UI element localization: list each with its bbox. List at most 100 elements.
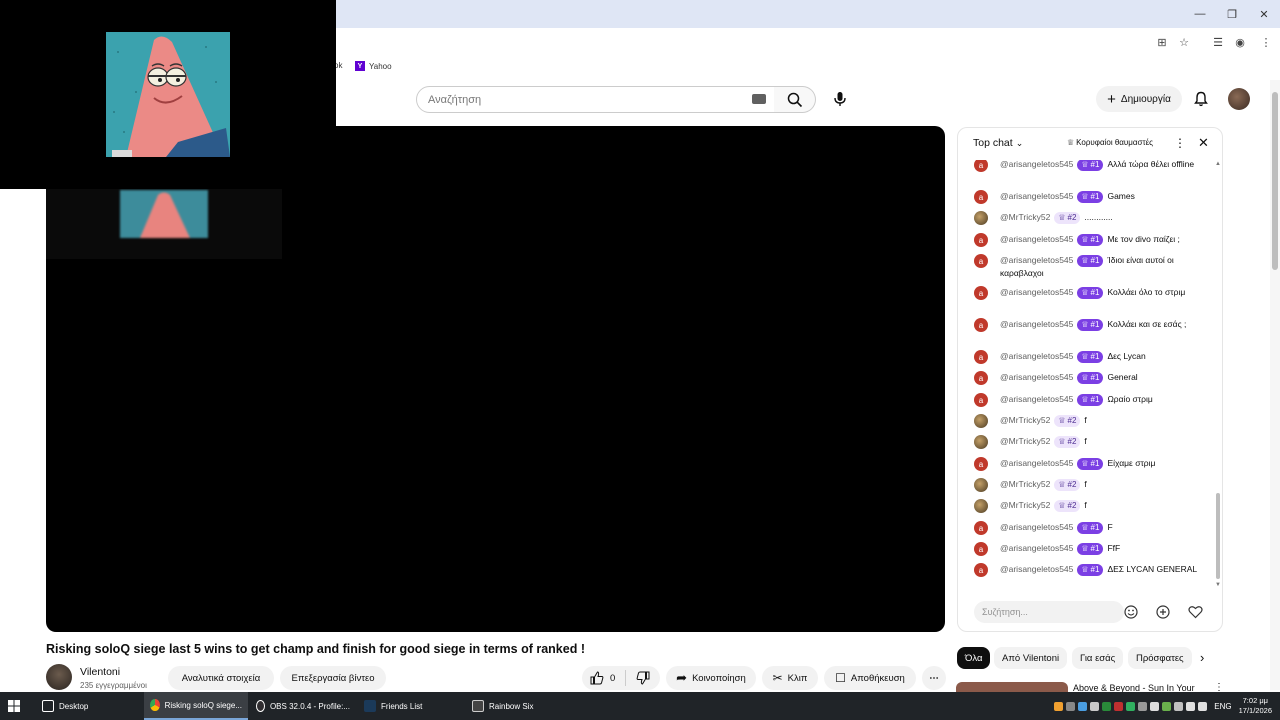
add-icon[interactable] [1155,604,1171,620]
search-button[interactable] [774,86,816,113]
chat-author-name[interactable]: @arisangeletos545 [1000,372,1073,382]
chat-author-avatar[interactable]: a [974,371,988,385]
create-button[interactable]: + Δημιουργία [1096,86,1182,112]
chat-author-name[interactable]: @arisangeletos545 [1000,319,1073,329]
chat-author-name[interactable]: @arisangeletos545 [1000,564,1073,574]
taskbar-chrome[interactable]: Risking soloQ siege... [144,692,248,720]
search-input[interactable]: Αναζήτηση [416,86,786,113]
chat-author-avatar[interactable]: a [974,233,988,247]
chip-for-you[interactable]: Για εσάς [1072,647,1124,669]
tray-app-icon[interactable] [1162,701,1172,711]
chat-author-name[interactable]: @arisangeletos545 [1000,522,1073,532]
chat-author-avatar[interactable]: a [974,190,988,204]
close-chat-icon[interactable]: ✕ [1198,135,1209,151]
reading-list-icon[interactable]: ☰ [1210,34,1226,50]
chat-scroll-down-icon[interactable]: ▼ [1215,582,1221,588]
chat-input[interactable]: Συζήτηση... [974,601,1124,623]
keyboard-icon[interactable] [752,94,766,104]
save-button[interactable]: ☐ Αποθήκευση [824,666,916,690]
chat-author-avatar[interactable]: a [974,542,988,556]
chat-author-name[interactable]: @arisangeletos545 [1000,160,1073,169]
profile-icon[interactable]: ◉ [1232,34,1248,50]
analytics-button[interactable]: Αναλυτικά στοιχεία [168,666,274,690]
channel-name[interactable]: Vilentoni [80,666,120,678]
chat-author-name[interactable]: @arisangeletos545 [1000,543,1073,553]
more-actions-button[interactable]: ⋯ [922,666,946,690]
start-button[interactable] [8,692,20,720]
volume-icon[interactable] [1198,701,1208,711]
chat-more-icon[interactable]: ⋮ [1174,136,1186,150]
heart-icon[interactable] [1187,604,1203,620]
chip-recent[interactable]: Πρόσφατες [1128,647,1192,669]
tray-app-icon[interactable] [1066,701,1076,711]
tray-app-icon[interactable] [1090,701,1100,711]
chip-from-channel[interactable]: Από Vilentoni [994,647,1068,669]
chat-author-name[interactable]: @arisangeletos545 [1000,458,1073,468]
notifications-button[interactable] [1190,88,1212,110]
voice-search-button[interactable] [828,87,852,111]
channel-avatar[interactable] [46,664,72,690]
chat-author-name[interactable]: @arisangeletos545 [1000,394,1073,404]
chat-author-name[interactable]: @MrTricky52 [1000,415,1050,425]
chat-author-avatar[interactable]: a [974,350,988,364]
chat-author-avatar[interactable] [974,435,988,449]
bookmark-yahoo[interactable]: Y Yahoo [355,61,392,71]
language-indicator[interactable]: ENG [1214,702,1231,711]
chat-author-avatar[interactable] [974,478,988,492]
chat-author-avatar[interactable]: a [974,457,988,471]
share-button[interactable]: ➦ Κοινοποίηση [666,666,756,690]
chat-author-avatar[interactable]: a [974,254,988,268]
chip-all[interactable]: Όλα [957,647,991,669]
taskbar-rainbow-six[interactable]: Rainbow Six [466,692,539,720]
chat-author-name[interactable]: @MrTricky52 [1000,436,1050,446]
chat-author-avatar[interactable]: a [974,318,988,332]
chat-author-avatar[interactable] [974,499,988,513]
chat-author-avatar[interactable]: a [974,160,988,172]
tray-app-icon[interactable] [1054,701,1064,711]
tray-app-icon[interactable] [1078,701,1088,711]
emoji-icon[interactable] [1123,604,1139,620]
chat-author-name[interactable]: @arisangeletos545 [1000,255,1073,265]
tray-app-icon[interactable] [1126,701,1136,711]
install-app-icon[interactable]: ⊞ [1154,34,1170,50]
tray-app-icon[interactable] [1138,701,1148,711]
tray-app-icon[interactable] [1150,701,1160,711]
chat-author-name[interactable]: @arisangeletos545 [1000,191,1073,201]
chat-author-name[interactable]: @arisangeletos545 [1000,351,1073,361]
chat-author-name[interactable]: @MrTricky52 [1000,500,1050,510]
page-scrollbar-thumb[interactable] [1272,92,1278,270]
chat-author-name[interactable]: @MrTricky52 [1000,212,1050,222]
clip-button[interactable]: ✂ Κλιπ [762,666,818,690]
chat-author-avatar[interactable]: a [974,286,988,300]
close-window-icon[interactable]: ✕ [1248,0,1280,28]
chat-mode-dropdown[interactable]: Top chat ⌄ [973,137,1023,149]
account-avatar[interactable] [1228,88,1250,110]
chevron-right-icon[interactable]: › [1200,650,1204,665]
chat-author-avatar[interactable]: a [974,521,988,535]
chat-author-name[interactable]: @arisangeletos545 [1000,234,1073,244]
chat-scroll-up-icon[interactable]: ▲ [1215,161,1221,167]
tray-app-icon[interactable] [1102,701,1112,711]
dislike-button[interactable] [636,671,650,685]
minimize-icon[interactable]: — [1184,0,1216,28]
tray-app-icon[interactable] [1114,701,1124,711]
chat-author-name[interactable]: @MrTricky52 [1000,479,1050,489]
chat-author-avatar[interactable]: a [974,563,988,577]
clock[interactable]: 7:02 μμ 17/1/2026 [1239,696,1272,716]
taskbar-friends-list[interactable]: Friends List [358,692,428,720]
chat-scrollbar-thumb[interactable] [1216,493,1220,579]
network-icon[interactable] [1186,701,1196,711]
chat-author-avatar[interactable] [974,414,988,428]
chat-author-avatar[interactable]: a [974,393,988,407]
restore-icon[interactable]: ❐ [1216,0,1248,28]
top-fans-button[interactable]: ♕ Κορυφαίοι θαυμαστές [1067,138,1153,147]
like-button[interactable]: 0 [590,671,615,685]
chat-author-avatar[interactable] [974,211,988,225]
taskbar-desktop[interactable]: Desktop [36,692,94,720]
browser-menu-icon[interactable]: ⋮ [1258,34,1274,50]
bookmark-star-icon[interactable]: ☆ [1176,34,1192,50]
tray-app-icon[interactable] [1174,701,1184,711]
taskbar-obs[interactable]: OBS 32.0.4 - Profile:... [250,692,356,720]
chat-author-name[interactable]: @arisangeletos545 [1000,287,1073,297]
edit-video-button[interactable]: Επεξεργασία βίντεο [280,666,386,690]
